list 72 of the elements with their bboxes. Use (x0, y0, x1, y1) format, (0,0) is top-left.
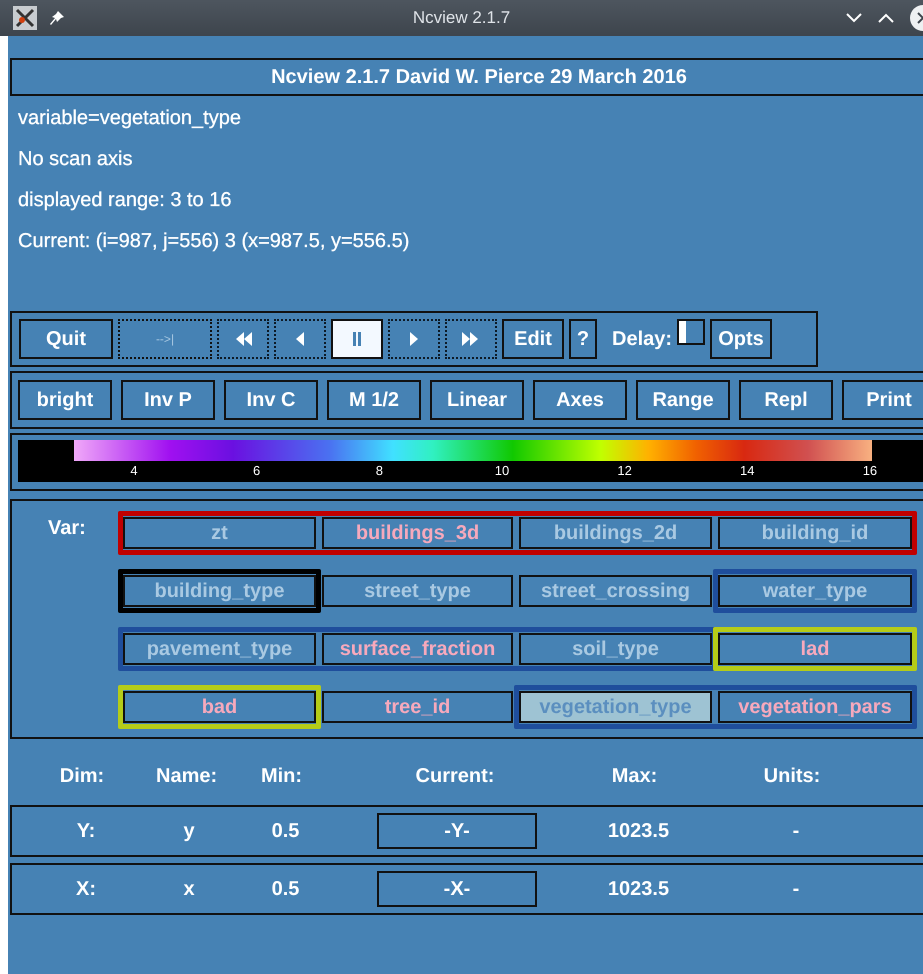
name-cell-text: x (182, 878, 196, 900)
toolbar-button[interactable]: Opts (710, 319, 772, 359)
tick-label: 14 (739, 462, 756, 480)
variable-button[interactable]: pavement_type (123, 633, 316, 665)
column-header: Units: (762, 764, 822, 788)
var-label: Var: (48, 517, 86, 539)
current-button[interactable]: -X- (377, 871, 537, 907)
column-header: Dim: (58, 764, 106, 788)
option-button[interactable]: bright (18, 380, 112, 420)
info-line: Current: (i=987, j=556) 3 (x=987.5, y=556.5) (18, 229, 410, 254)
playback-button[interactable] (388, 319, 440, 359)
option-button[interactable]: Linear (430, 380, 524, 420)
window-title: Ncview 2.1.7 (412, 8, 512, 28)
tick-label: 4 (129, 462, 139, 480)
units-cell-text: - (792, 820, 800, 842)
column-header: Min: (260, 764, 304, 788)
app-icon (12, 5, 38, 31)
tick-label: 12 (616, 462, 633, 480)
delay-label: Delay: (612, 328, 672, 350)
option-button[interactable]: Inv C (224, 380, 318, 420)
current-button[interactable]: -Y- (377, 813, 537, 849)
variable-button[interactable]: zt (123, 517, 316, 549)
column-header: Max: (610, 764, 658, 788)
pin-icon[interactable] (48, 9, 66, 27)
variable-button[interactable]: street_type (322, 575, 513, 607)
option-button[interactable]: Print (842, 380, 923, 420)
toolbar-button[interactable]: ? (569, 319, 597, 359)
min-cell-text: 0.5 (270, 820, 300, 842)
units-cell-text: - (792, 878, 800, 900)
dim-cell-text: X: (75, 878, 97, 900)
dim-cell-text: Y: (76, 820, 96, 842)
variable-button[interactable]: vegetation_type (519, 691, 712, 723)
variable-button[interactable]: soil_type (519, 633, 712, 665)
tick-label: 6 (252, 462, 262, 480)
playback-button[interactable] (445, 319, 497, 359)
variable-button[interactable]: building_type (123, 575, 316, 607)
playback-button[interactable] (331, 319, 383, 359)
column-header: Current: (414, 764, 496, 788)
option-button[interactable]: Axes (533, 380, 627, 420)
option-button[interactable]: Repl (739, 380, 833, 420)
delay-slider[interactable] (677, 319, 706, 345)
toolbar-button[interactable]: Quit (19, 319, 113, 359)
tick-label: 8 (374, 462, 384, 480)
info-line: No scan axis (18, 147, 134, 172)
variable-button[interactable]: lad (718, 633, 912, 665)
variable-button[interactable]: street_crossing (519, 575, 712, 607)
tick-label: 10 (494, 462, 510, 480)
tick-label: 16 (862, 462, 878, 480)
variable-button[interactable]: tree_id (322, 691, 513, 723)
info-line: displayed range: 3 to 16 (18, 188, 232, 213)
option-button[interactable]: M 1/2 (327, 380, 421, 420)
min-cell-text: 0.5 (270, 878, 300, 900)
variable-button[interactable]: buildings_3d (322, 517, 513, 549)
variable-button[interactable]: building_id (718, 517, 912, 549)
variable-button[interactable]: buildings_2d (519, 517, 712, 549)
toolbar-button[interactable]: Edit (502, 319, 564, 359)
option-button[interactable]: Range (636, 380, 730, 420)
variable-button[interactable]: bad (123, 691, 316, 723)
version-banner: Ncview 2.1.7 David W. Pierce 29 March 2016 (10, 58, 923, 96)
variable-button[interactable]: surface_fraction (322, 633, 513, 665)
minimize-icon[interactable] (845, 12, 863, 24)
playback-button[interactable] (217, 319, 269, 359)
playback-button[interactable] (274, 319, 326, 359)
max-cell-text: 1023.5 (606, 820, 670, 842)
maximize-icon[interactable] (877, 12, 895, 24)
option-button[interactable]: Inv P (121, 380, 215, 420)
name-cell-text: y (182, 820, 196, 842)
variable-button[interactable]: water_type (718, 575, 912, 607)
max-cell-text: 1023.5 (606, 878, 670, 900)
column-header: Name: (156, 764, 214, 788)
info-line: variable=vegetation_type (18, 106, 242, 131)
variable-button[interactable]: vegetation_pars (718, 691, 912, 723)
